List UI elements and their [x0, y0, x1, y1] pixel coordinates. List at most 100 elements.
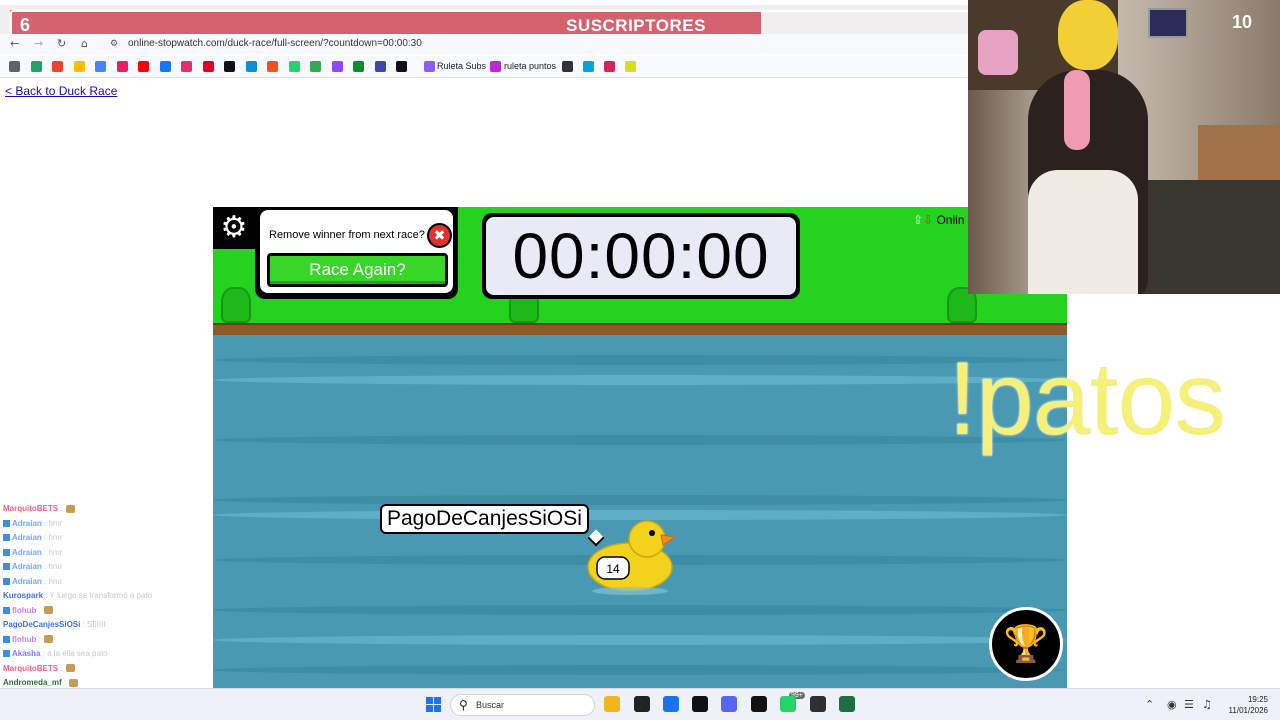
online-toggle[interactable]: ⇧⇩ Onlin: [913, 213, 964, 227]
race-timer: 00:00:00: [482, 213, 800, 299]
chat-username[interactable]: PagoDeCanjesSiOSi: [3, 620, 80, 629]
file-explorer-icon[interactable]: [604, 696, 620, 712]
remove-winner-toggle[interactable]: ✖: [427, 223, 452, 248]
chat-username[interactable]: Kurospark: [3, 591, 43, 600]
chat-message: PagoDeCanjesSiOSi : SIIIIII: [3, 620, 106, 629]
search-icon: ⚲: [459, 698, 468, 712]
chevron-up-icon[interactable]: ⌃: [1145, 698, 1154, 711]
site-info-icon[interactable]: ⚙: [110, 39, 118, 49]
youtube-studio-icon[interactable]: [95, 61, 106, 72]
twitch-icon[interactable]: [331, 61, 343, 72]
pinwheel-icon[interactable]: [116, 61, 128, 72]
chat-username[interactable]: Adraian: [12, 533, 42, 542]
bookmarks-bar: Ruleta Subs ruleta puntos: [0, 56, 968, 78]
download-icon[interactable]: [374, 61, 386, 72]
google-drive-icon[interactable]: [30, 61, 42, 72]
webcam-feed: [968, 0, 1280, 294]
duck-number: 14: [606, 562, 620, 576]
chat-message: flohub :: [3, 606, 53, 615]
chat-message: MarquitoBETS :: [3, 664, 75, 673]
discord-icon[interactable]: [721, 696, 737, 712]
windows-start-icon[interactable]: [426, 697, 441, 712]
wave: [213, 435, 1067, 445]
capcut-icon[interactable]: [692, 696, 708, 712]
pinterest-icon[interactable]: [202, 61, 214, 72]
chat-username[interactable]: MarquitoBETS: [3, 664, 58, 673]
chat-username[interactable]: Adraian: [12, 562, 42, 571]
maps-icon[interactable]: [310, 61, 321, 72]
chat-username[interactable]: MarquitoBETS: [3, 504, 58, 513]
settings-button[interactable]: ⚙: [213, 207, 255, 249]
chat-message: Adraian : hmr: [3, 519, 62, 528]
home-icon[interactable]: ⌂: [81, 37, 88, 50]
chat-badge-icon: [3, 534, 10, 542]
shield-icon[interactable]: [396, 61, 407, 72]
obs-icon[interactable]: [810, 696, 826, 712]
instagram-icon[interactable]: [181, 61, 192, 72]
play-icon[interactable]: [583, 61, 594, 72]
back-arrow-icon[interactable]: ←: [10, 37, 19, 50]
wifi-icon[interactable]: ☰: [1184, 698, 1194, 711]
volume-icon[interactable]: ♫: [1202, 698, 1212, 711]
down-arrow-icon: ⇩: [923, 213, 934, 227]
chat-emote-icon: [65, 664, 75, 673]
tiktok-icon[interactable]: [224, 61, 235, 72]
microphone-icon[interactable]: ◉: [1167, 698, 1177, 711]
whatsapp-icon[interactable]: [288, 61, 300, 72]
chat-text: : hmr: [41, 547, 63, 557]
blocks-icon[interactable]: [562, 61, 573, 72]
rubber-duck: 14: [587, 520, 675, 595]
chat-username[interactable]: Akasha: [12, 649, 40, 658]
chat-badge-icon: [3, 650, 10, 658]
bookmark-ruleta-subs[interactable]: Ruleta Subs: [437, 61, 486, 71]
online-label: Onlin: [936, 213, 965, 227]
wave: [213, 635, 1067, 645]
chat-username[interactable]: Adraian: [12, 577, 42, 586]
chat-username[interactable]: flohub: [12, 635, 36, 644]
photos-icon[interactable]: [73, 61, 85, 72]
cam-headphones: [1064, 70, 1090, 150]
chat-username[interactable]: Adraian: [12, 548, 42, 557]
chat-emote-icon: [43, 635, 53, 644]
trophy-icon: 🏆: [1003, 624, 1049, 665]
chat-message: Adraian : hmr: [3, 548, 62, 557]
edge-icon[interactable]: [245, 61, 257, 72]
race-again-button[interactable]: Race Again?: [267, 253, 448, 287]
chat-badge-icon: [3, 606, 10, 614]
chrome-icon[interactable]: [267, 61, 278, 72]
back-to-duck-race-link[interactable]: < Back to Duck Race: [5, 84, 117, 98]
duck-race-game: ⚙ Remove winner from next race? ✖ Race A…: [213, 207, 1067, 688]
chat-text: :: [36, 634, 41, 644]
chat-icon[interactable]: [625, 61, 636, 72]
whatsapp-icon[interactable]: [780, 696, 796, 712]
chat-text: :: [58, 663, 63, 673]
forward-arrow-icon[interactable]: →: [34, 37, 43, 50]
apps-grid-icon[interactable]: [9, 61, 20, 72]
chat-username[interactable]: Adraian: [12, 519, 42, 528]
chat-text: :: [61, 678, 67, 687]
chatgpt-icon[interactable]: [634, 696, 650, 712]
bush: [221, 287, 251, 323]
notion-icon[interactable]: [751, 696, 767, 712]
facebook-icon[interactable]: [159, 61, 171, 72]
url-field[interactable]: online-stopwatch.com/duck-race/full-scre…: [128, 38, 422, 49]
chrome-icon[interactable]: [663, 696, 679, 712]
gmail-icon[interactable]: [52, 61, 63, 72]
taskbar-search[interactable]: ⚲ Buscar: [450, 694, 595, 716]
tv-icon[interactable]: [604, 61, 615, 72]
bookmark-ruleta-puntos[interactable]: ruleta puntos: [504, 61, 556, 71]
chat-username[interactable]: Andromeda_mf: [3, 678, 62, 687]
youtube-icon[interactable]: [138, 61, 149, 72]
chat-text: : a la ella sea pato: [40, 649, 108, 658]
gear-icon: ⚙: [220, 210, 248, 245]
excel-icon[interactable]: [839, 696, 855, 712]
chat-badge-icon: [3, 635, 10, 643]
kick-icon[interactable]: [353, 61, 364, 72]
chat-badge-icon: [3, 563, 10, 571]
chat-message: Kurospark : Y luego se transformó a pato: [3, 591, 152, 600]
wave: [213, 375, 1067, 385]
reload-icon[interactable]: ↻: [57, 37, 66, 50]
leaderboard-button[interactable]: 🏆: [989, 607, 1063, 681]
chat-username[interactable]: flohub: [12, 606, 36, 615]
taskbar-clock[interactable]: 19:25 11/01/2026: [1229, 694, 1268, 716]
